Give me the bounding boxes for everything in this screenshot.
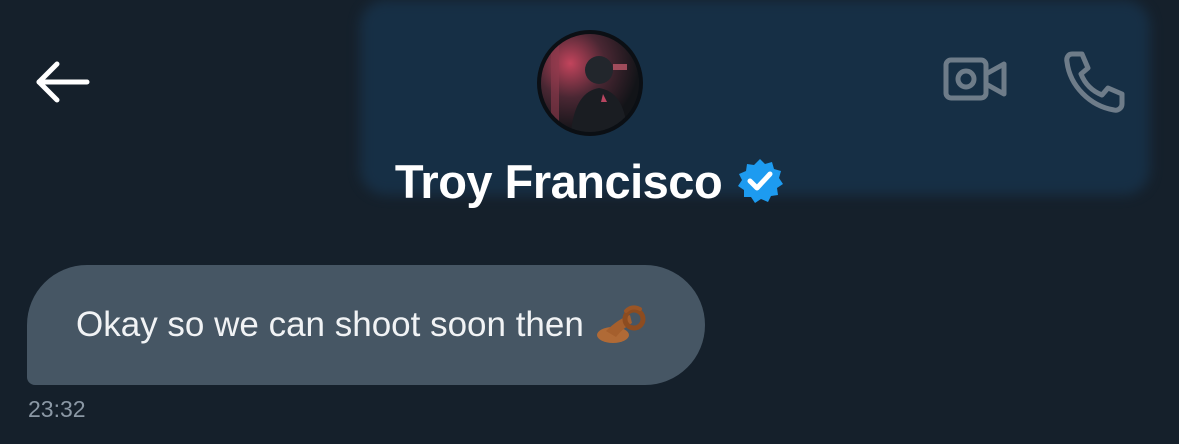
verified-badge-icon	[738, 159, 784, 203]
avatar[interactable]	[537, 30, 643, 136]
video-camera-icon	[943, 57, 1007, 101]
phone-icon	[1064, 51, 1125, 113]
phone-call-button[interactable]	[1058, 48, 1130, 114]
message-timestamp: 23:32	[28, 396, 86, 422]
profile-photo	[541, 34, 639, 132]
message-text: Okay so we can shoot soon then	[76, 305, 584, 344]
ok-hand-emoji-icon	[596, 305, 646, 343]
arrow-left-icon	[36, 61, 90, 103]
contact-header: Troy Francisco	[0, 150, 1179, 212]
video-call-button[interactable]	[940, 50, 1010, 110]
message-bubble[interactable]: Okay so we can shoot soon then	[27, 265, 705, 385]
contact-name[interactable]: Troy Francisco	[395, 154, 723, 209]
back-button[interactable]	[28, 52, 94, 112]
